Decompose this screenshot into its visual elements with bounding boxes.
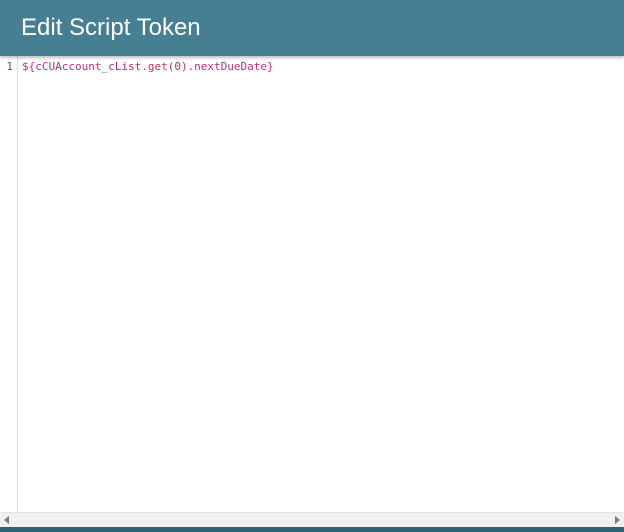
horizontal-scrollbar[interactable] [0, 512, 624, 527]
chevron-left-icon[interactable] [4, 516, 9, 524]
code-text-area[interactable]: ${cCUAccount_cList.get(0).nextDueDate} [22, 59, 624, 512]
code-line[interactable]: ${cCUAccount_cList.get(0).nextDueDate} [22, 59, 624, 74]
chevron-right-icon[interactable] [615, 516, 620, 524]
line-number-gutter: 1 [0, 56, 18, 512]
dialog-header: Edit Script Token [0, 0, 624, 56]
code-editor[interactable]: 1 ${cCUAccount_cList.get(0).nextDueDate} [0, 56, 624, 512]
dialog-title: Edit Script Token [21, 14, 201, 41]
line-number: 1 [6, 60, 13, 73]
edit-script-token-dialog: Edit Script Token 1 ${cCUAccount_cList.g… [0, 0, 624, 532]
dialog-footer-bar [0, 527, 624, 532]
